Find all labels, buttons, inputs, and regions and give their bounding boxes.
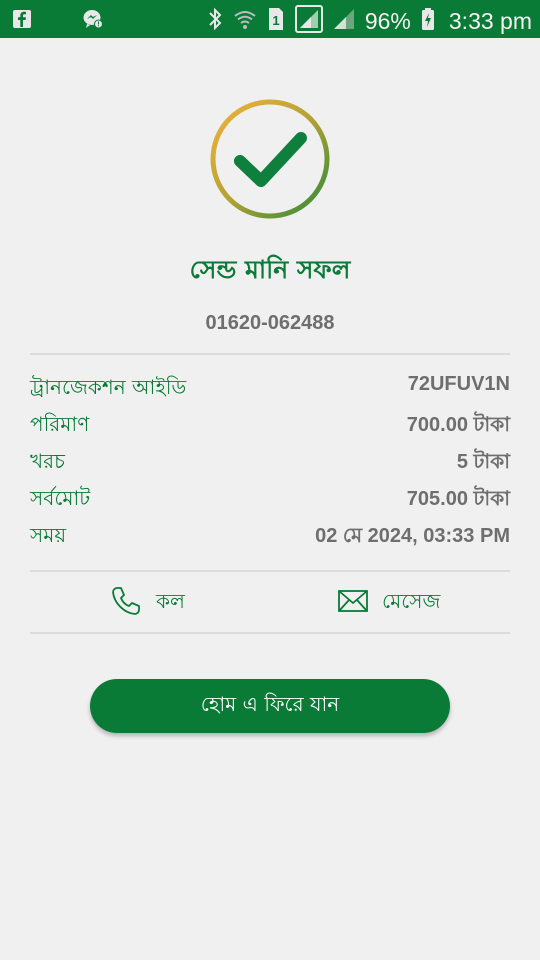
page-title: সেন্ড মানি সফল [189,255,351,284]
divider [30,353,510,355]
battery-icon [421,7,435,35]
message-label: মেসেজ [382,588,441,613]
check-circle-icon [209,98,331,220]
go-home-button[interactable]: হোম এ ফিরে যান [90,679,450,733]
detail-label: খরচ [30,449,65,473]
signal-icon [333,8,355,34]
detail-label: ট্রানজেকশন আইডি [30,375,187,399]
battery-percent: 96% [364,7,411,34]
facebook-icon [12,9,32,33]
detail-value: 02 মে 2024, 03:33 PM [315,525,510,547]
divider [30,632,510,634]
detail-value: 5 টাকা [456,451,510,473]
detail-row-charge: খরচ 5 টাকা [30,447,510,479]
wifi-icon [233,7,257,35]
detail-row-amount: পরিমাণ 700.00 টাকা [30,410,510,442]
svg-text:1: 1 [272,13,279,28]
detail-label: পরিমাণ [30,412,90,436]
status-bar: 1 96% 3:33 pm [0,0,540,38]
divider [30,570,510,572]
messenger-icon [82,8,104,34]
envelope-icon [338,589,368,618]
detail-row-transaction-id: ট্রানজেকশন আইডি 72UFUV1N [30,373,510,405]
detail-label: সময় [30,523,67,547]
recipient-number: 01620-062488 [205,312,335,334]
bluetooth-icon [207,7,223,35]
call-button[interactable]: কল [110,586,185,620]
message-button[interactable]: মেসেজ [338,586,440,620]
detail-value: 700.00 টাকা [406,414,510,436]
call-label: কল [156,588,185,613]
detail-value: 705.00 টাকা [406,488,510,510]
sim-1-icon: 1 [267,7,285,35]
detail-label: সর্বমোট [30,486,91,510]
signal-icon [294,5,323,37]
clock: 3:33 pm [448,7,532,34]
detail-row-total: সর্বমোট 705.00 টাকা [30,484,510,516]
detail-row-time: সময় 02 মে 2024, 03:33 PM [30,521,510,553]
phone-icon [110,585,142,622]
detail-value: 72UFUV1N [407,373,510,395]
